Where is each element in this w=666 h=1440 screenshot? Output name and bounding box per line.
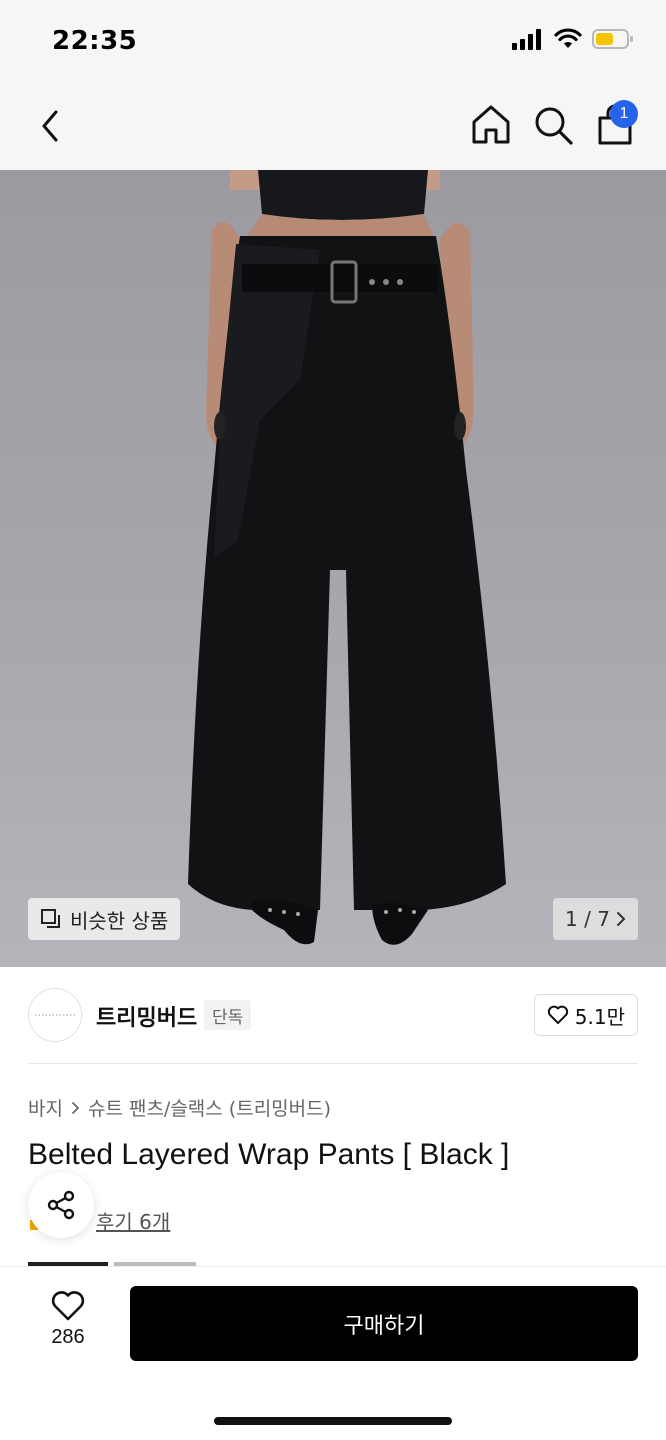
- cart-count-badge: 1: [610, 100, 638, 128]
- chevron-right-icon: [72, 1101, 80, 1114]
- home-icon: [472, 105, 510, 144]
- divider: [28, 1063, 638, 1064]
- brand-like-button[interactable]: 5.1만: [533, 994, 638, 1036]
- brand-row: 트리밍버드 단독 5.1만: [28, 988, 638, 1044]
- home-indicator: [214, 1417, 452, 1425]
- image-counter[interactable]: 1 / 7: [553, 898, 638, 940]
- review-link[interactable]: 후기 6개: [96, 1206, 170, 1235]
- status-time: 22:35: [52, 26, 138, 56]
- share-button[interactable]: [28, 1172, 94, 1238]
- wifi-icon: [554, 28, 582, 48]
- similar-products-button[interactable]: 비슷한 상품: [28, 898, 181, 940]
- home-button[interactable]: [468, 102, 514, 148]
- brand-logo-mark: [35, 1014, 75, 1016]
- breadcrumb-category[interactable]: 바지: [28, 1094, 63, 1121]
- chevron-right-icon: [616, 912, 626, 926]
- status-icons: [512, 28, 634, 50]
- search-button[interactable]: [530, 102, 576, 148]
- battery-icon: [592, 29, 633, 49]
- status-bar: 22:35: [0, 0, 666, 86]
- product-title: Belted Layered Wrap Pants [ Black ]: [28, 1138, 510, 1171]
- heart-icon: [51, 1291, 85, 1321]
- breadcrumb: 바지 슈트 팬츠/슬랙스 (트리밍버드): [28, 1094, 331, 1121]
- product-photo: [188, 170, 506, 945]
- chevron-left-icon: [42, 110, 58, 142]
- exclusive-tag: 단독: [204, 1000, 252, 1030]
- similar-products-label: 비슷한 상품: [70, 908, 169, 933]
- brand-name[interactable]: 트리밍버드: [96, 1000, 197, 1032]
- copy-icon: [41, 909, 60, 928]
- buy-button[interactable]: 구매하기: [130, 1286, 638, 1361]
- brand-logo[interactable]: [28, 988, 82, 1042]
- search-icon: [535, 107, 573, 145]
- image-counter-text: 1 / 7: [565, 907, 610, 931]
- product-image[interactable]: [0, 170, 666, 967]
- brand-like-count: 5.1만: [574, 1004, 625, 1029]
- buy-button-label: 구매하기: [343, 1313, 425, 1339]
- signal-icon: [512, 29, 541, 50]
- heart-icon: [547, 1005, 568, 1024]
- breadcrumb-subcategory[interactable]: 슈트 팬츠/슬랙스 (트리밍버드): [88, 1094, 331, 1121]
- share-icon: [47, 1190, 75, 1220]
- like-count: 286: [51, 1326, 85, 1348]
- like-button[interactable]: 286: [30, 1290, 106, 1360]
- back-button[interactable]: [28, 104, 72, 148]
- nav-bar: [0, 86, 666, 170]
